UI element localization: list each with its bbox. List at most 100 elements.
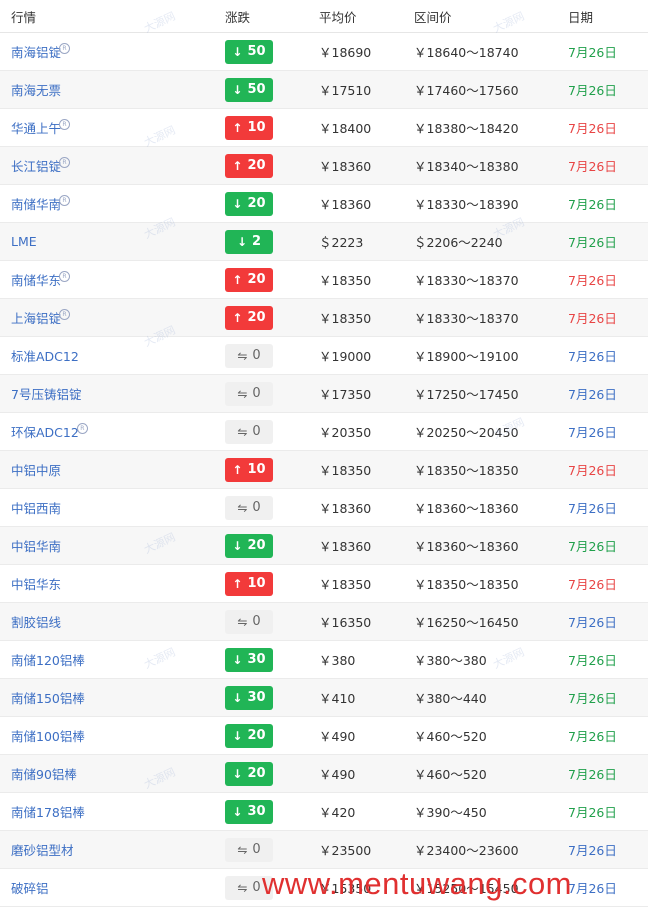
registered-mark-icon: R bbox=[59, 43, 71, 54]
change-value: 30 bbox=[247, 804, 266, 819]
market-name-link[interactable]: 环保ADC12 bbox=[11, 425, 79, 440]
cell-range-price: ￥16250～16450 bbox=[414, 615, 519, 630]
cell-change: ↓ 30 bbox=[214, 647, 309, 672]
cell-name: 磨砂铝型材R bbox=[0, 840, 214, 859]
market-name-link[interactable]: LME bbox=[11, 234, 37, 249]
cell-range-price: ￥380～380 bbox=[414, 653, 487, 668]
cell-name: 南海铝锭R bbox=[0, 42, 214, 61]
cell-name: 南储100铝棒R bbox=[0, 726, 214, 745]
cell-date: 7月26日 bbox=[568, 501, 617, 516]
market-name-link[interactable]: 南储华南 bbox=[11, 197, 61, 212]
market-name-link[interactable]: 华通上午 bbox=[11, 121, 61, 136]
change-value: 20 bbox=[247, 158, 266, 173]
change-badge: ↑ 20 bbox=[225, 267, 273, 292]
change-badge: ⇋ 0 bbox=[225, 609, 273, 634]
table-row: 南储90铝棒R ↓ 20 ￥490 ￥460～520 7月26日 bbox=[0, 755, 648, 793]
arrow-down-icon: ↓ bbox=[232, 44, 243, 59]
market-name-link[interactable]: 中铝华南 bbox=[11, 539, 61, 554]
market-name-link[interactable]: 中铝华东 bbox=[11, 577, 61, 592]
table-row: 中铝华东R ↑ 10 ￥18350 ￥18350～18350 7月26日 bbox=[0, 565, 648, 603]
market-name-link[interactable]: 南海无票 bbox=[11, 83, 61, 98]
cell-avg-price: ￥18360 bbox=[319, 197, 372, 212]
cell-avg-price: ￥19000 bbox=[319, 349, 372, 364]
cell-range-price: ￥18380～18420 bbox=[414, 121, 519, 136]
change-value: 20 bbox=[247, 196, 266, 211]
market-name-link[interactable]: 南储华东 bbox=[11, 273, 61, 288]
change-value: 0 bbox=[252, 424, 261, 439]
flat-arrows-icon: ⇋ bbox=[237, 424, 248, 439]
arrow-up-icon: ↑ bbox=[232, 310, 243, 325]
change-badge: ↑ 20 bbox=[225, 305, 273, 330]
cell-name: 南储178铝棒R bbox=[0, 802, 214, 821]
market-name-link[interactable]: 破碎铝 bbox=[11, 881, 49, 896]
market-name-link[interactable]: 南储90铝棒 bbox=[11, 767, 77, 782]
cell-avg-price: ￥17510 bbox=[319, 83, 372, 98]
cell-name: 标准ADC12R bbox=[0, 346, 214, 365]
market-name-link[interactable]: 磨砂铝型材 bbox=[11, 843, 74, 858]
market-name-link[interactable]: 割胶铝线 bbox=[11, 615, 61, 630]
cell-change: ↑ 20 bbox=[214, 153, 309, 178]
market-name-link[interactable]: 上海铝锭 bbox=[11, 311, 61, 326]
cell-avg-price: ￥16350 bbox=[319, 615, 372, 630]
site-watermark: www.mentuwang.com bbox=[262, 866, 573, 901]
arrow-down-icon: ↓ bbox=[236, 234, 247, 249]
table-row: 中铝西南R⇋0￥18360￥18360～183607月26日 bbox=[0, 489, 648, 527]
registered-mark-icon: R bbox=[59, 271, 71, 282]
cell-date: 7月26日 bbox=[568, 653, 617, 668]
cell-name: 割胶铝线R bbox=[0, 612, 214, 631]
market-name-link[interactable]: 7号压铸铝锭 bbox=[11, 387, 81, 402]
cell-range-price: ￥17460～17560 bbox=[414, 83, 519, 98]
cell-date: 7月26日 bbox=[568, 83, 617, 98]
cell-name: 南储华南R bbox=[0, 194, 214, 213]
arrow-down-icon: ↓ bbox=[232, 82, 243, 97]
cell-change: ↑ 20 bbox=[214, 267, 309, 292]
market-name-link[interactable]: 南储150铝棒 bbox=[11, 691, 85, 706]
registered-mark-icon: R bbox=[59, 157, 71, 168]
cell-name: 破碎铝R bbox=[0, 878, 214, 897]
change-badge: ↓ 20 bbox=[225, 723, 273, 748]
cell-range-price: ￥460～520 bbox=[414, 767, 487, 782]
change-value: 30 bbox=[247, 690, 266, 705]
change-value: 20 bbox=[247, 538, 266, 553]
market-name-link[interactable]: 长江铝锭 bbox=[11, 159, 61, 174]
market-name-link[interactable]: 标准ADC12 bbox=[11, 349, 79, 364]
cell-range-price: ￥380～440 bbox=[414, 691, 487, 706]
table-row: 长江铝锭R ↑ 20 ￥18360 ￥18340～18380 7月26日 bbox=[0, 147, 648, 185]
market-name-link[interactable]: 南储178铝棒 bbox=[11, 805, 85, 820]
cell-name: LMER bbox=[0, 234, 214, 249]
change-badge: ↓ 30 bbox=[225, 647, 273, 672]
table-row: 南储150铝棒R ↓ 30 ￥410 ￥380～440 7月26日 bbox=[0, 679, 648, 717]
change-badge: ⇋ 0 bbox=[225, 381, 273, 406]
cell-change: ↑ 20 bbox=[214, 305, 309, 330]
market-name-link[interactable]: 南储120铝棒 bbox=[11, 653, 85, 668]
market-name-link[interactable]: 中铝西南 bbox=[11, 501, 61, 516]
cell-change: ↓ 50 bbox=[214, 39, 309, 64]
cell-avg-price: ￥18350 bbox=[319, 311, 372, 326]
flat-arrows-icon: ⇋ bbox=[237, 614, 248, 629]
cell-avg-price: ￥17350 bbox=[319, 387, 372, 402]
cell-name: 环保ADC12R bbox=[0, 422, 214, 441]
cell-date: 7月26日 bbox=[568, 539, 617, 554]
table-row: 南海无票R ↓ 50 ￥17510 ￥17460～17560 7月26日 bbox=[0, 71, 648, 109]
cell-date: 7月26日 bbox=[568, 729, 617, 744]
cell-avg-price: ￥420 bbox=[319, 805, 356, 820]
change-badge: ⇋ 0 bbox=[225, 419, 273, 444]
market-name-link[interactable]: 南储100铝棒 bbox=[11, 729, 85, 744]
change-value: 2 bbox=[252, 234, 262, 249]
cell-range-price: ￥18340～18380 bbox=[414, 159, 519, 174]
market-name-link[interactable]: 南海铝锭 bbox=[11, 45, 61, 60]
cell-change: ↓ 20 bbox=[214, 761, 309, 786]
cell-range-price: ￥18330～18370 bbox=[414, 311, 519, 326]
cell-range-price: ￥20250～20450 bbox=[414, 425, 519, 440]
table-row: 环保ADC12R ⇋ 0 ￥20350 ￥20250～20450 7月26日 bbox=[0, 413, 648, 451]
cell-date: 7月26日 bbox=[568, 311, 617, 326]
change-value: 10 bbox=[247, 576, 266, 591]
cell-name: 长江铝锭R bbox=[0, 156, 214, 175]
cell-change: ↑ 10 bbox=[214, 457, 309, 482]
change-badge: ⇋ 0 bbox=[225, 495, 273, 520]
cell-date: 7月26日 bbox=[568, 235, 617, 250]
change-badge: ↓ 30 bbox=[225, 799, 273, 824]
header-avg-price: 平均价 bbox=[319, 9, 357, 25]
market-name-link[interactable]: 中铝中原 bbox=[11, 463, 61, 478]
cell-range-price: ￥18360～18360 bbox=[414, 501, 519, 516]
